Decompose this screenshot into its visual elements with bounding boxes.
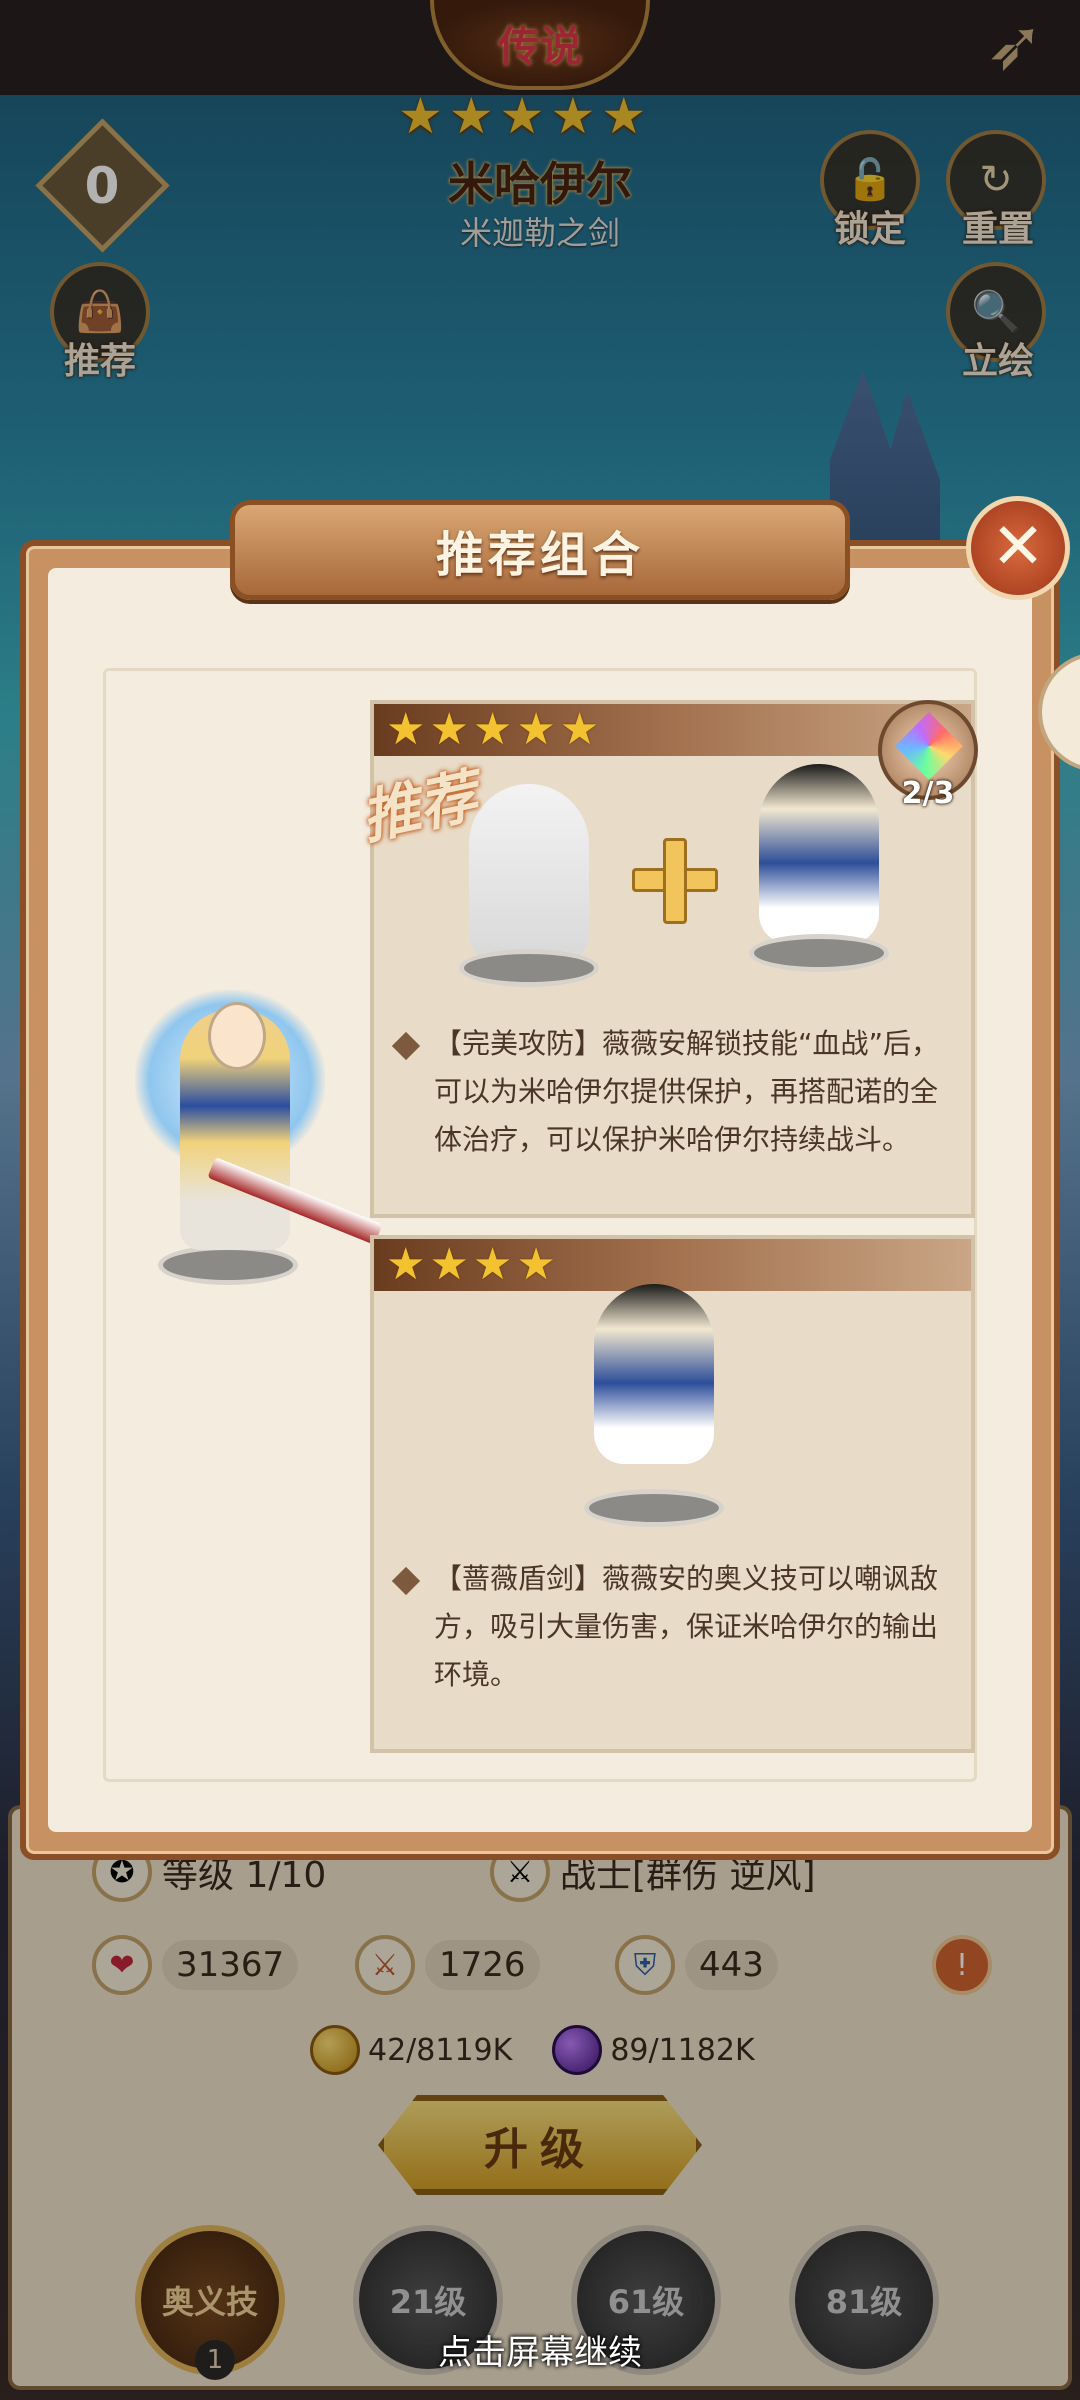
vivian-character [759, 764, 879, 944]
combo-description: 【蔷薇盾剑】薇薇安的奥义技可以嘲讽敌方，吸引大量伤害，保证米哈伊尔的输出环境。 [434, 1562, 939, 1691]
dialog-title-plate: 推荐组合 [230, 500, 850, 600]
nuo-character-locked [469, 784, 589, 964]
plus-icon [632, 838, 718, 924]
bullet-diamond-icon [391, 1566, 421, 1596]
star-icon: ★ [472, 1239, 513, 1290]
tap-to-continue-hint[interactable]: 点击屏幕继续 [0, 2325, 1080, 2374]
star-icon: ★ [516, 1239, 556, 1290]
combo-star-rating: ★ ★ ★ ★ ★ [386, 704, 599, 756]
star-icon: ★ [386, 704, 426, 755]
character-pedestal [749, 934, 889, 972]
hero-head [208, 1002, 266, 1070]
hero-pedestal [158, 1245, 298, 1285]
combo-star-rating: ★ ★ ★ ★ [386, 1239, 556, 1291]
star-icon: ★ [472, 704, 513, 755]
star-icon: ★ [559, 704, 600, 755]
gem-count: 2/3 [901, 776, 955, 811]
star-icon: ★ [516, 704, 556, 755]
close-icon[interactable]: ✕ [966, 496, 1070, 600]
combo-card-header: ★ ★ ★ ★ [374, 1239, 971, 1291]
star-icon: ★ [429, 1239, 469, 1290]
vivian-character [594, 1284, 714, 1464]
combo-card-2: ★ ★ ★ ★ 【蔷薇盾剑】薇薇安的奥义技可以嘲讽敌方，吸引大量伤害，保证米哈伊… [370, 1235, 975, 1753]
character-pedestal [584, 1489, 724, 1527]
character-pedestal [459, 949, 599, 987]
combo-description: 【完美攻防】薇薇安解锁技能“血战”后，可以为米哈伊尔提供保护，再搭配诺的全体治疗… [434, 1027, 940, 1156]
bullet-diamond-icon [391, 1031, 421, 1061]
dialog-title: 推荐组合 [435, 527, 644, 583]
star-icon: ★ [429, 704, 469, 755]
star-icon: ★ [386, 1239, 426, 1290]
